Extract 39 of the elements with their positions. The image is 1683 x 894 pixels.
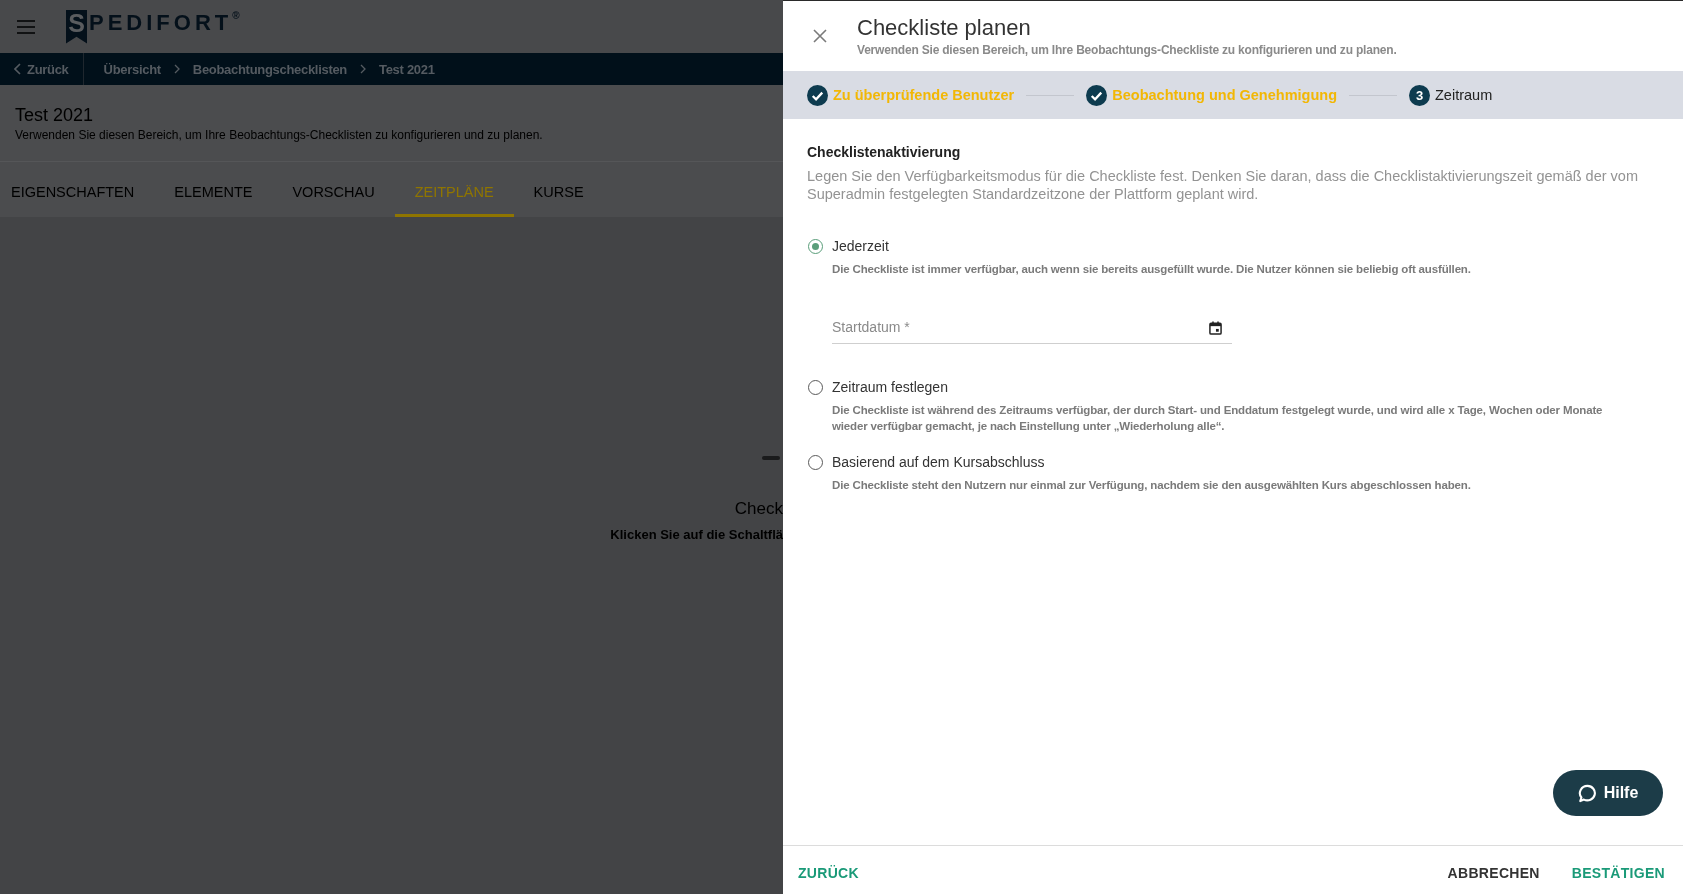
logo-text: PEDIFORT xyxy=(89,9,233,36)
chevron-right-icon xyxy=(360,64,366,74)
empty-state-hint: Klicken Sie auf die Schaltflä xyxy=(610,526,783,544)
tab[interactable]: VORSCHAU xyxy=(272,162,395,217)
option-label[interactable]: Zeitraum festlegen xyxy=(832,379,948,395)
option-description: Die Checkliste steht den Nutzern nur einmal zur Verfügung, nachdem sie den ausgewählten Kurs abgeschlossen haben. xyxy=(832,478,1472,493)
option-description: Die Checkliste ist immer verfügbar, auch wenn sie bereits ausgefüllt wurde. Die Nutzer können sie beliebig oft ausfüllen. xyxy=(832,262,1472,277)
confirm-button[interactable]: BESTÄTIGEN xyxy=(1571,864,1665,881)
speech-bubble-icon xyxy=(1577,783,1597,803)
page-title: Test 2021 xyxy=(15,104,95,126)
empty-state-title: Check xyxy=(734,498,783,520)
step-label[interactable]: Zeitraum xyxy=(1435,87,1493,103)
section-description: Legen Sie den Verfügbarkeitsmodus für die Checkliste fest. Denken Sie daran, dass die Checklistaktivierungszeit gemäß der vom Superadmin festgelegten Standardzeitzone der Plattform geplant wird. xyxy=(807,167,1639,203)
panel-title: Checkliste planen xyxy=(857,15,1032,41)
close-icon[interactable] xyxy=(813,29,827,43)
tab[interactable]: ELEMENTE xyxy=(154,162,273,217)
date-field[interactable]: Startdatum * xyxy=(832,313,1232,344)
option-label[interactable]: Basierend auf dem Kursabschluss xyxy=(832,454,1045,470)
tab[interactable]: KURSE xyxy=(513,162,604,217)
page-subtitle: Verwenden Sie diesen Bereich, um Ihre Beobachtungs-Checklisten zu konfigurieren und zu planen. xyxy=(15,127,544,143)
breadcrumb-link[interactable]: Übersicht xyxy=(103,61,161,77)
breadcrumb-link[interactable]: Test 2021 xyxy=(379,61,435,77)
chevron-left-icon xyxy=(14,63,21,75)
chevron-right-icon xyxy=(173,64,180,74)
step-number: 3 xyxy=(1409,84,1430,106)
option-label[interactable]: Jederzeit xyxy=(832,238,889,254)
panel-subtitle: Verwenden Sie diesen Bereich, um Ihre Beobachtungs-Checkliste zu konfigurieren und zu planen. xyxy=(857,42,1397,58)
cancel-button[interactable]: ABBRECHEN xyxy=(1447,864,1540,881)
tab[interactable]: EIGENSCHAFTEN xyxy=(0,162,155,217)
back-button[interactable]: ZURÜCK xyxy=(798,864,859,881)
section-heading: Checklistenaktivierung xyxy=(807,143,962,161)
tab[interactable]: ZEITPLÄNE xyxy=(394,162,514,217)
calendar-icon[interactable] xyxy=(1209,321,1222,335)
breadcrumb-link[interactable]: Beobachtungschecklisten xyxy=(192,61,347,77)
logo-mark: S xyxy=(66,9,87,44)
option-description: Die Checkliste ist während des Zeitraums verfügbar, der durch Start- und Enddatum festgelegt wurde, und wird alle x Tage, Wochen oder Monate wieder verfügbar gemacht, je nach Einstellung unter „Wiederholung alle“. xyxy=(832,403,1604,434)
registered-mark: ® xyxy=(232,9,240,21)
help-button[interactable]: Hilfe xyxy=(1553,770,1663,816)
dash-icon xyxy=(762,456,780,460)
